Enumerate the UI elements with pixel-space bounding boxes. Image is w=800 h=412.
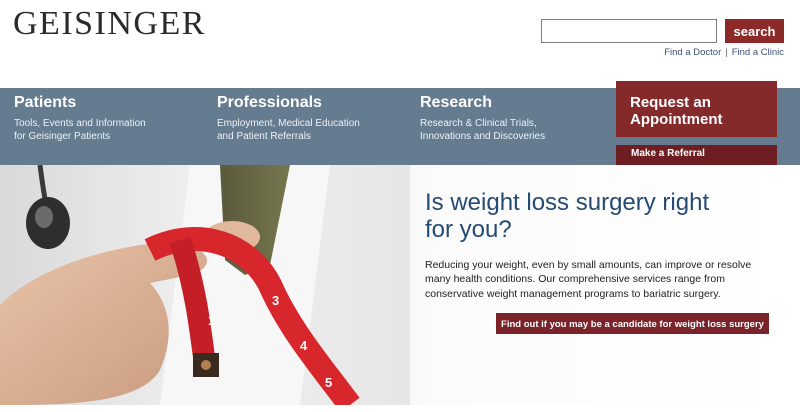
nav-research-desc: Research & Clinical Trials, Innovations … bbox=[420, 117, 580, 143]
make-a-referral-button[interactable]: Make a Referral bbox=[616, 145, 777, 165]
weight-loss-candidate-button[interactable]: Find out if you may be a candidate for w… bbox=[496, 313, 769, 334]
tape-number-4: 4 bbox=[300, 338, 308, 353]
nav-patients-title[interactable]: Patients bbox=[14, 94, 174, 112]
search-input[interactable] bbox=[541, 19, 717, 43]
find-a-doctor-link[interactable]: Find a Doctor bbox=[664, 47, 721, 58]
hero-body-line1: Reducing your weight, even by small amou… bbox=[425, 259, 752, 271]
tape-number-5: 5 bbox=[325, 375, 332, 390]
nav-research-desc-line2: Innovations and Discoveries bbox=[420, 131, 546, 142]
hero-body-text: Reducing your weight, even by small amou… bbox=[425, 258, 785, 301]
request-appointment-line1: Request an bbox=[630, 94, 711, 111]
nav-patients-desc-line1: Tools, Events and Information bbox=[14, 118, 146, 129]
nav-professionals-desc-line1: Employment, Medical Education bbox=[217, 118, 360, 129]
nav-professionals-desc: Employment, Medical Education and Patien… bbox=[217, 117, 377, 143]
nav-patients-desc: Tools, Events and Information for Geisin… bbox=[14, 117, 174, 143]
utility-links: Find a Doctor | Find a Clinic bbox=[664, 47, 784, 58]
nav-patients-desc-line2: for Geisinger Patients bbox=[14, 131, 111, 142]
hero-heading-line2: for you? bbox=[425, 216, 512, 243]
nav-research-title[interactable]: Research bbox=[420, 94, 580, 112]
hero-heading: Is weight loss surgery right for you? bbox=[425, 189, 785, 243]
geisinger-logo[interactable]: GEISINGER bbox=[13, 5, 206, 43]
nav-professionals-desc-line2: and Patient Referrals bbox=[217, 131, 311, 142]
find-a-clinic-link[interactable]: Find a Clinic bbox=[732, 47, 784, 58]
nav-research-desc-line1: Research & Clinical Trials, bbox=[420, 118, 537, 129]
search-button[interactable]: search bbox=[725, 19, 784, 43]
nav-item-research[interactable]: Research Research & Clinical Trials, Inn… bbox=[420, 94, 580, 143]
request-appointment-button[interactable]: Request an Appointment bbox=[616, 81, 777, 137]
hero-banner: 2 3 4 1 5 Is weight loss surgery right f… bbox=[0, 165, 800, 405]
hero-body-line2: many health conditions. Our comprehensiv… bbox=[425, 273, 725, 286]
utility-separator: | bbox=[725, 47, 728, 58]
hero-body-line3: conservative weight management programs … bbox=[425, 287, 721, 300]
tape-number-3: 3 bbox=[272, 293, 279, 308]
tape-number-2: 2 bbox=[212, 253, 219, 268]
tape-number-1: 1 bbox=[208, 313, 215, 328]
hero-heading-line1: Is weight loss surgery right bbox=[425, 189, 710, 216]
nav-item-professionals[interactable]: Professionals Employment, Medical Educat… bbox=[217, 94, 377, 143]
measuring-tape-image: 2 3 4 1 5 bbox=[0, 165, 410, 405]
nav-professionals-title[interactable]: Professionals bbox=[217, 94, 377, 112]
nav-item-patients[interactable]: Patients Tools, Events and Information f… bbox=[14, 94, 174, 143]
request-appointment-line2: Appointment bbox=[630, 111, 723, 128]
